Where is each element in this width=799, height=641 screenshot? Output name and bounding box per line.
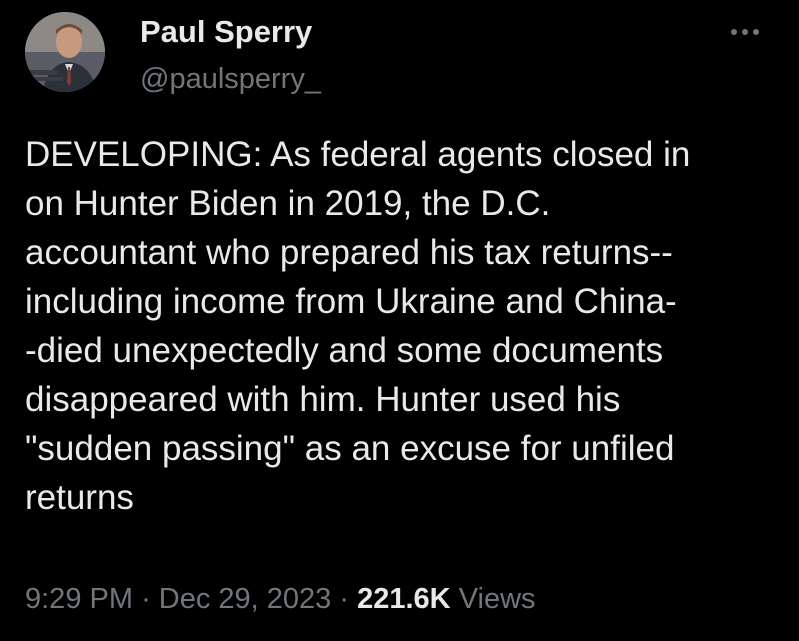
tweet-text-line: "sudden passing" as an excuse for unfile…: [25, 429, 675, 468]
author-info: Paul Sperry @paulsperry_: [140, 13, 321, 97]
tweet-date[interactable]: Dec 29, 2023: [159, 583, 332, 615]
tweet-time[interactable]: 9:29 PM: [25, 583, 133, 615]
meta-separator: ·: [141, 583, 151, 615]
meta-separator: ·: [339, 583, 350, 615]
tweet-meta: 9:29 PM · Dec 29, 2023 · 221.6K Views: [25, 580, 536, 618]
views-label: Views: [458, 583, 536, 615]
avatar-photo-icon: [25, 12, 105, 92]
author-display-name[interactable]: Paul Sperry: [140, 13, 321, 51]
ellipsis-icon: [731, 29, 737, 35]
author-avatar[interactable]: [25, 12, 105, 92]
views-count[interactable]: 221.6K: [357, 583, 451, 615]
author-handle[interactable]: @paulsperry_: [140, 61, 321, 97]
tweet-text-line: DEVELOPING: As federal agents closed in: [25, 135, 691, 174]
tweet-text-line: returns: [25, 478, 134, 517]
tweet-card: Paul Sperry @paulsperry_ DEVELOPING: As …: [0, 0, 799, 641]
ellipsis-icon: [753, 29, 759, 35]
tweet-text-line: disappeared with him. Hunter used his: [25, 380, 621, 419]
tweet-text-line: including income from Ukraine and China-: [25, 282, 677, 321]
more-options-button[interactable]: [722, 18, 768, 46]
tweet-text-line: on Hunter Biden in 2019, the D.C.: [25, 184, 551, 223]
tweet-text-line: accountant who prepared his tax returns-…: [25, 233, 673, 272]
tweet-text: DEVELOPING: As federal agents closed in …: [25, 130, 780, 522]
tweet-text-line: -died unexpectedly and some documents: [25, 331, 664, 370]
ellipsis-icon: [742, 29, 748, 35]
